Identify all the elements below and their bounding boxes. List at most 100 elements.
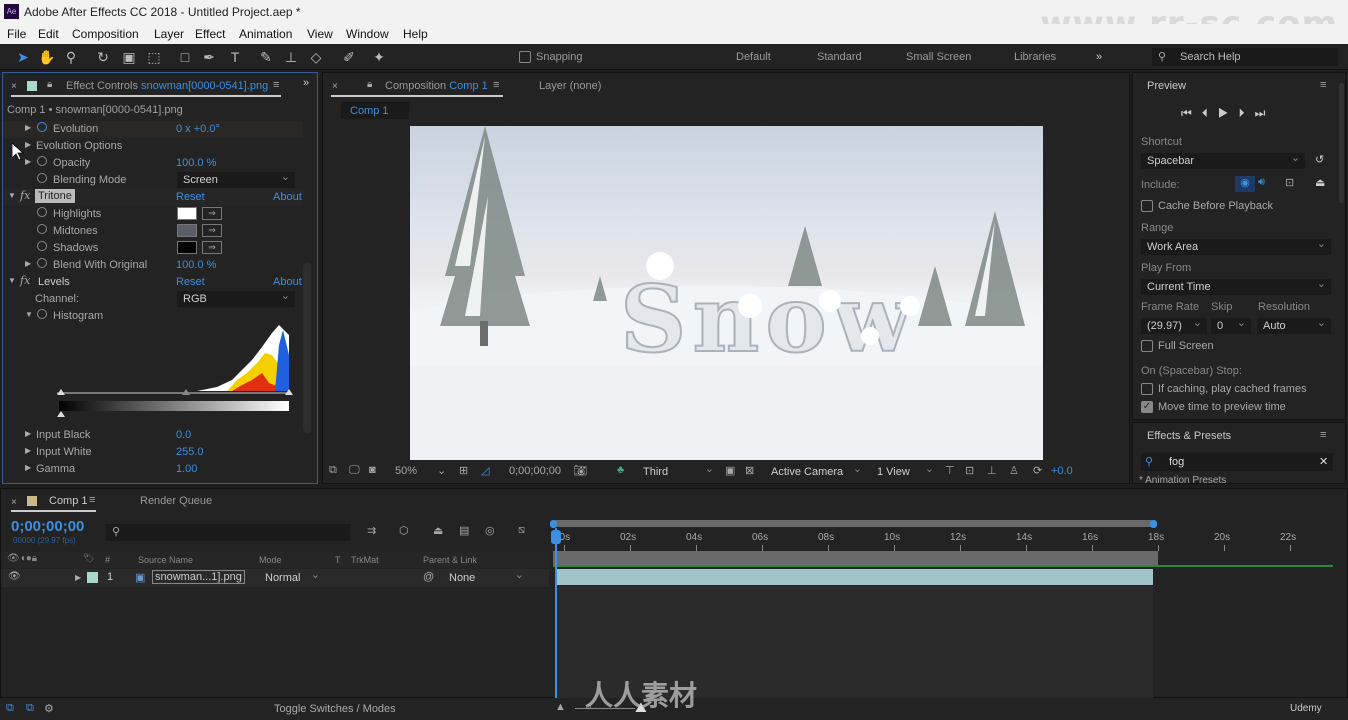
rectangle-tool-icon[interactable]: □ (176, 48, 194, 66)
draft-3d-icon[interactable]: ⬡ (399, 524, 409, 537)
stopwatch-icon[interactable] (37, 224, 47, 234)
close-icon[interactable]: × (332, 81, 338, 92)
menu-layer[interactable]: Layer (154, 27, 184, 41)
comp-navigator-tab[interactable]: Comp 1 (341, 102, 409, 119)
first-frame-icon[interactable]: ⏮ (1181, 106, 1202, 120)
effect-name[interactable]: Tritone (35, 189, 75, 203)
zoom-out-icon[interactable]: ▲ (555, 701, 566, 713)
parent-dropdown[interactable]: None (443, 568, 529, 586)
include-video-icon[interactable]: ◉ (1235, 176, 1255, 192)
eraser-tool-icon[interactable]: ◇ (307, 48, 325, 66)
full-screen-checkbox[interactable] (1141, 340, 1153, 352)
choose-grid-icon[interactable]: ⊞ (459, 464, 468, 477)
panel-menu-icon[interactable]: ≡ (273, 79, 279, 91)
menu-animation[interactable]: Animation (239, 27, 292, 41)
menu-file[interactable]: File (7, 27, 26, 41)
stopwatch-icon[interactable] (37, 207, 47, 217)
menu-view[interactable]: View (307, 27, 333, 41)
camera-dropdown[interactable]: Active Camera (765, 462, 867, 480)
export-icon[interactable]: ⏏ (1315, 176, 1325, 189)
comp-mini-flowchart-icon[interactable]: ⇉ (367, 524, 376, 537)
about-link[interactable]: About (273, 276, 302, 288)
visibility-eye-icon[interactable]: 👁︎ (8, 571, 21, 582)
previous-frame-icon[interactable]: ⏴ (1202, 106, 1218, 120)
effect-controls-tab[interactable]: Effect Controls snowman[0000-0541].png (66, 80, 268, 92)
last-frame-icon[interactable]: ⏭ (1255, 106, 1276, 120)
levels-histogram[interactable] (57, 325, 293, 419)
lock-icon[interactable]: 🔒︎ (367, 79, 372, 90)
current-time-indicator[interactable] (555, 528, 557, 698)
menu-window[interactable]: Window (346, 27, 389, 41)
panel-menu-icon[interactable]: ≡ (1320, 429, 1326, 441)
layer-duration-bar[interactable] (556, 569, 1153, 585)
stopwatch-icon[interactable] (37, 241, 47, 251)
blend-value[interactable]: 100.0 % (176, 259, 216, 271)
menu-help[interactable]: Help (403, 27, 428, 41)
expand-triangle-icon[interactable]: ▶ (25, 446, 31, 455)
play-icon[interactable]: ▶ (1218, 106, 1239, 120)
workspace-default[interactable]: Default (736, 51, 771, 63)
roto-brush-tool-icon[interactable]: ✐ (340, 48, 358, 66)
region-of-interest-icon[interactable]: ▣ (725, 464, 735, 477)
hide-shy-layers-icon[interactable]: ⏏ (433, 524, 443, 537)
current-time-display[interactable]: 0;00;00;00 (509, 465, 561, 477)
workspace-standard[interactable]: Standard (817, 51, 862, 63)
column-source-name[interactable]: Source Name (138, 555, 193, 565)
collapse-triangle-icon[interactable]: ▼ (8, 191, 16, 200)
hand-tool-icon[interactable]: ✋ (38, 48, 56, 66)
layer-label-color[interactable] (87, 572, 98, 583)
toggle-switches-modes[interactable]: Toggle Switches / Modes (274, 703, 396, 715)
close-icon[interactable]: × (11, 81, 17, 92)
menu-composition[interactable]: Composition (72, 27, 139, 41)
skip-dropdown[interactable]: 0 (1211, 316, 1251, 334)
blending-mode-dropdown[interactable]: Screen (177, 170, 295, 188)
expand-triangle-icon[interactable]: ▶ (25, 429, 31, 438)
about-link[interactable]: About (273, 191, 302, 203)
workspace-libraries[interactable]: Libraries (1014, 51, 1056, 63)
channel-icon[interactable]: ♣ (617, 464, 624, 476)
move-time-checkbox[interactable]: ✓ (1141, 401, 1153, 413)
selection-tool-icon[interactable]: ➤ (14, 48, 32, 66)
stopwatch-icon[interactable] (37, 122, 47, 132)
layer-mode-dropdown[interactable]: Normal (259, 568, 325, 586)
effect-controls-scrollbar[interactable] (303, 263, 311, 433)
timeline-comp-tab[interactable]: Comp 1 (49, 495, 88, 507)
channel-dropdown[interactable]: RGB (177, 289, 295, 307)
reset-link[interactable]: Reset (176, 276, 205, 288)
if-caching-checkbox[interactable] (1141, 383, 1153, 395)
panel-menu-icon[interactable]: ≡ (1320, 79, 1326, 91)
collapse-triangle-icon[interactable]: ▼ (25, 310, 33, 319)
stopwatch-icon[interactable] (37, 173, 47, 183)
toggle-pixel-aspect-icon[interactable]: ⊤ (945, 464, 955, 477)
flowchart-icon[interactable]: ♙ (1009, 464, 1019, 477)
menu-effect[interactable]: Effect (195, 27, 225, 41)
resolution-dropdown[interactable]: Auto (1257, 316, 1331, 334)
display-icon[interactable]: 🖵︎ (349, 464, 360, 477)
panel-menu-icon[interactable]: ≡ (493, 79, 499, 91)
mask-visibility-icon[interactable]: ◙ (369, 464, 376, 476)
expand-triangle-icon[interactable]: ▶ (25, 140, 31, 149)
camera-tool-icon[interactable]: ▣ (120, 48, 138, 66)
preview-scrollbar[interactable] (1339, 83, 1344, 203)
type-tool-icon[interactable]: T (226, 48, 244, 66)
view-layout-dropdown[interactable]: 1 View (871, 462, 939, 480)
transfer-controls-icon[interactable]: ⧉ (26, 702, 34, 715)
timeline-search-input[interactable]: ⚲ (106, 524, 350, 541)
layer-switches-icon[interactable]: ⧉ (6, 702, 14, 715)
graph-editor-icon[interactable]: ⧅ (518, 524, 525, 537)
include-overlays-icon[interactable]: ⊡ (1285, 176, 1294, 189)
include-audio-icon[interactable]: 🔊︎ (1258, 176, 1265, 189)
layer-name[interactable]: snowman...1].png (152, 570, 245, 584)
zoom-tool-icon[interactable]: ⚲ (62, 48, 80, 66)
composition-viewer[interactable]: Snow (410, 126, 1043, 460)
rotate-tool-icon[interactable]: ↻ (94, 48, 112, 66)
evolution-value[interactable]: 0 x +0.0° (176, 123, 220, 135)
expand-triangle-icon[interactable]: ▶ (25, 463, 31, 472)
layer-row[interactable]: 👁︎ ▶ 1 ▣ snowman...1].png Normal @ None (1, 568, 549, 587)
stopwatch-icon[interactable] (37, 309, 47, 319)
shortcut-dropdown[interactable]: Spacebar (1141, 151, 1305, 169)
expand-triangle-icon[interactable]: ▶ (25, 157, 31, 166)
work-area-bar[interactable] (553, 520, 1154, 527)
eyedropper-icon[interactable]: ⇒ (202, 224, 222, 237)
render-queue-tab[interactable]: Render Queue (140, 495, 212, 507)
